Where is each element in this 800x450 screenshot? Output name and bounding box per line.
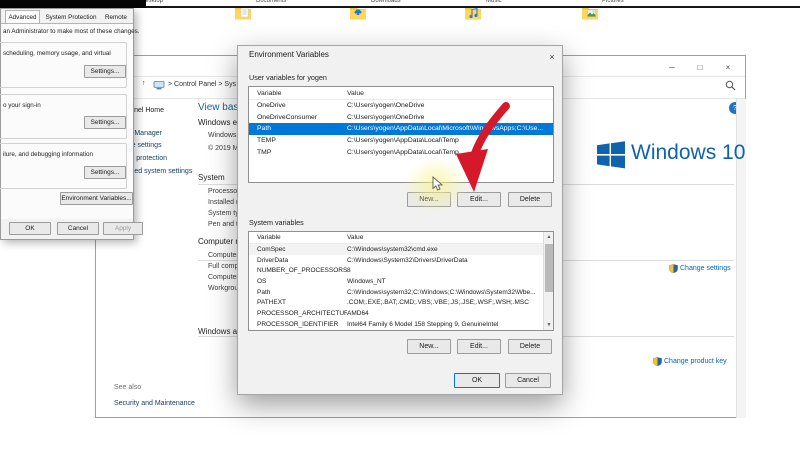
- system-new-button[interactable]: New...: [407, 339, 451, 354]
- ok-button[interactable]: OK: [9, 222, 51, 235]
- change-settings-label: Change settings: [680, 265, 731, 272]
- change-settings-link[interactable]: Change settings: [669, 264, 731, 273]
- see-also-label: See also: [114, 384, 141, 391]
- table-row[interactable]: OSWindows_NT: [249, 276, 543, 287]
- nav-up-icon[interactable]: ↑: [142, 80, 146, 87]
- environment-variables-button[interactable]: Environment Variables...: [60, 192, 133, 205]
- cancel-button[interactable]: Cancel: [57, 222, 99, 235]
- table-row[interactable]: ComSpecC:\Windows\system32\cmd.exe: [249, 244, 543, 255]
- system-variables-label: System variables: [249, 218, 304, 227]
- table-header: Variable Value: [249, 232, 543, 244]
- search-icon[interactable]: [725, 80, 736, 91]
- ok-button[interactable]: OK: [454, 373, 500, 388]
- tutorial-arrow-pointing-at-edit: [440, 98, 524, 202]
- scroll-down-icon[interactable]: ▼: [544, 320, 554, 330]
- change-product-key-link[interactable]: Change product key: [653, 357, 727, 366]
- tab-advanced[interactable]: Advanced: [5, 10, 40, 23]
- table-row[interactable]: NUMBER_OF_PROCESSORS8: [249, 265, 543, 276]
- apply-button[interactable]: Apply: [103, 222, 143, 235]
- change-product-key-label: Change product key: [664, 358, 727, 365]
- performance-settings-button[interactable]: Settings...: [84, 65, 126, 78]
- screen: Desktop Documents Downloads Music Pictur…: [0, 0, 800, 450]
- breadcrumb[interactable]: > Control Panel > Sys: [168, 81, 236, 88]
- computer-icon: [153, 81, 165, 90]
- minimize-button[interactable]: ─: [661, 60, 683, 75]
- system-variables-table[interactable]: Variable Value ComSpecC:\Windows\system3…: [248, 231, 554, 331]
- advanced-tab-page: an Administrator to make most of these c…: [1, 23, 133, 219]
- scrollbar-thumb[interactable]: [545, 244, 553, 292]
- user-profiles-settings-button[interactable]: Settings...: [84, 116, 126, 129]
- desktop-item-label: Documents: [256, 0, 286, 4]
- video-letterbox-bar: [0, 0, 146, 8]
- user-variables-label: User variables for yogen: [249, 73, 327, 82]
- value-column-header[interactable]: Value: [347, 90, 553, 97]
- security-and-maintenance-link[interactable]: Security and Maintenance: [114, 400, 195, 407]
- system-delete-button[interactable]: Delete: [508, 339, 552, 354]
- table-row[interactable]: PATHEXT.COM;.EXE;.BAT;.CMD;.VBS;.VBE;.JS…: [249, 297, 543, 308]
- uac-shield-icon: [669, 264, 678, 273]
- startup-recovery-settings-button[interactable]: Settings...: [84, 166, 126, 179]
- close-button[interactable]: ×: [717, 60, 739, 75]
- dialog-title: Environment Variables: [249, 50, 329, 59]
- table-scrollbar[interactable]: ▲ ▼: [543, 232, 553, 330]
- maximize-button[interactable]: □: [689, 60, 711, 75]
- table-row[interactable]: PROCESSOR_ARCHITECTUREAMD64: [249, 308, 543, 319]
- performance-group-text: scheduling, memory usage, and virtual: [3, 50, 111, 57]
- system-edit-button[interactable]: Edit...: [457, 339, 501, 354]
- desktop-item-label: Pictures: [602, 0, 624, 4]
- top-edge-line: [146, 6, 800, 8]
- table-row[interactable]: PROCESSOR_IDENTIFIERIntel64 Family 6 Mod…: [249, 319, 543, 330]
- value-column-header[interactable]: Value: [347, 234, 543, 241]
- variable-column-header[interactable]: Variable: [249, 234, 347, 241]
- desktop-item-label: Music: [486, 0, 502, 4]
- close-icon[interactable]: ×: [541, 48, 563, 65]
- tab-remote[interactable]: Remote: [101, 11, 131, 23]
- cancel-button[interactable]: Cancel: [505, 373, 551, 388]
- table-row[interactable]: DriverDataC:\Windows\System32\Drivers\Dr…: [249, 255, 543, 266]
- system-properties-dialog: Advanced System Protection Remote an Adm…: [0, 8, 134, 240]
- startup-recovery-group-text: ilure, and debugging information: [3, 151, 93, 158]
- scroll-up-icon[interactable]: ▲: [544, 232, 554, 242]
- tab-system-protection[interactable]: System Protection: [43, 11, 99, 23]
- mouse-cursor: [432, 176, 446, 193]
- windows-flag-logo: [597, 141, 625, 169]
- desktop-item-label: Downloads: [371, 0, 401, 4]
- admin-note-text: an Administrator to make most of these c…: [3, 28, 140, 35]
- table-row[interactable]: PathC:\Windows\system32;C:\Windows;C:\Wi…: [249, 287, 543, 298]
- uac-shield-icon: [653, 357, 662, 366]
- variable-column-header[interactable]: Variable: [249, 90, 347, 97]
- system-section-title: System: [198, 173, 225, 182]
- user-profiles-group-text: o your sign-in: [3, 102, 41, 109]
- windows-10-logo-text: Windows 10: [631, 141, 745, 165]
